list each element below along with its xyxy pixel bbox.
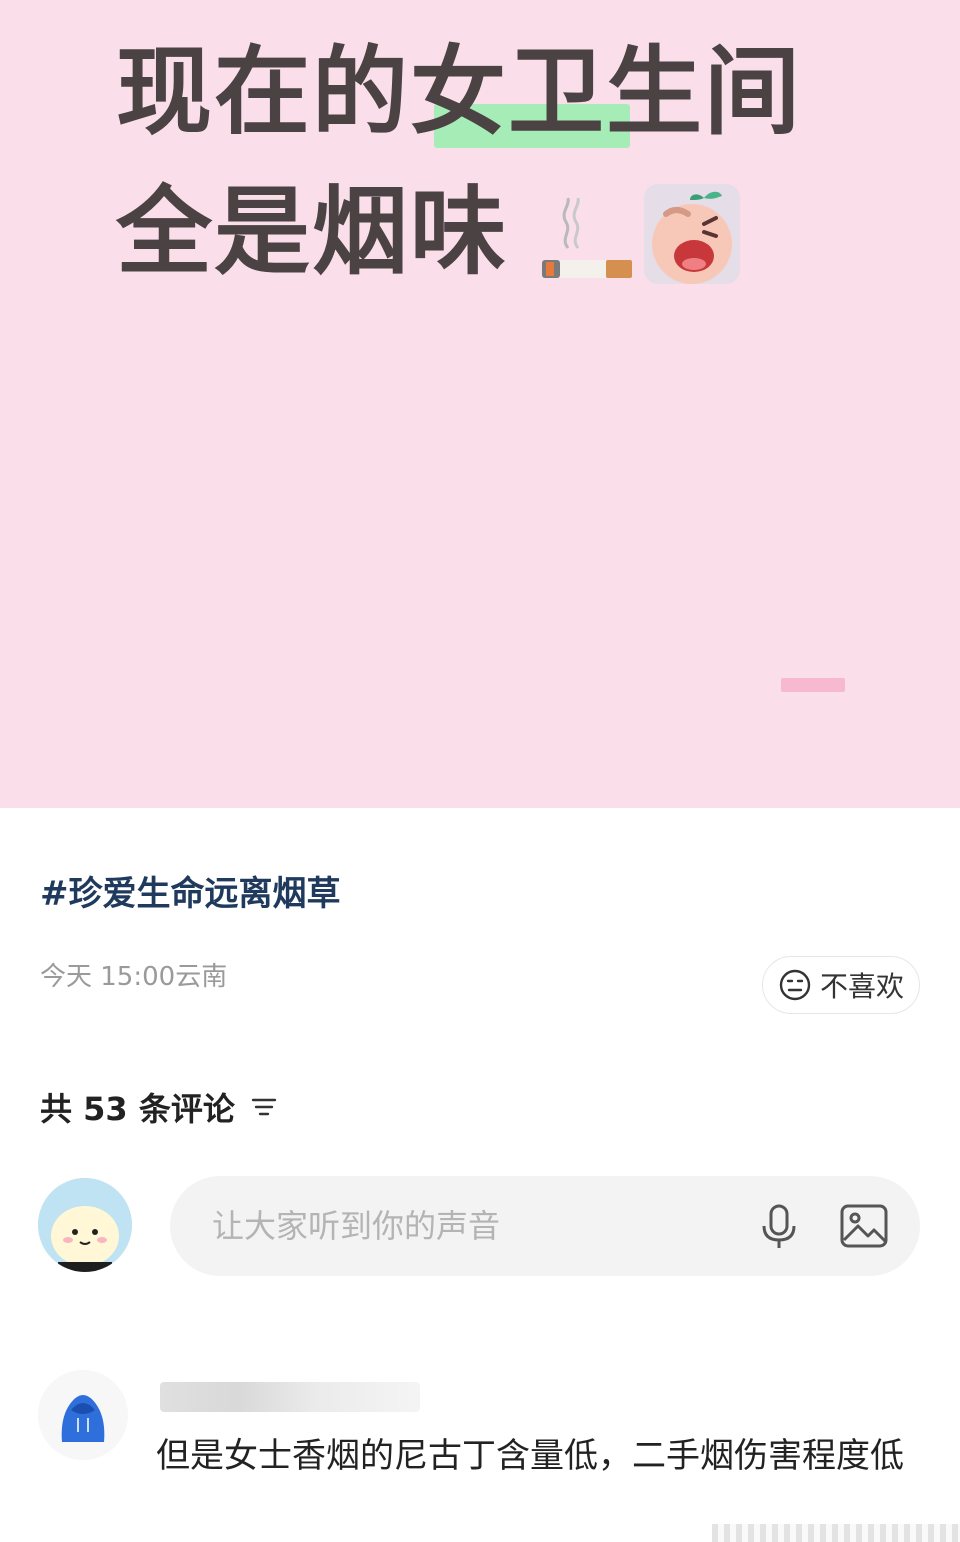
comment-text: 但是女士香烟的尼古丁含量低，二手烟伤害程度低: [156, 1436, 904, 1476]
post-meta: 今天 15:00云南: [40, 962, 228, 992]
dislike-button[interactable]: 不喜欢: [762, 956, 920, 1014]
sort-icon[interactable]: [249, 1092, 279, 1122]
comment-count-header: 共 53 条评论: [40, 1084, 279, 1130]
image-icon[interactable]: [838, 1200, 890, 1252]
cigarette-icon: [542, 197, 632, 278]
neutral-face-icon: [779, 969, 811, 1001]
comment-count-label: 共 53 条评论: [40, 1090, 235, 1128]
commenter-avatar[interactable]: [38, 1370, 128, 1460]
bottom-bar-blurred: [712, 1524, 960, 1542]
avatar-illustration: [38, 1178, 132, 1272]
microphone-icon[interactable]: [756, 1202, 802, 1252]
decoration-dash: [781, 678, 845, 692]
comment-input[interactable]: [210, 1206, 734, 1246]
comment-input-box[interactable]: [170, 1176, 920, 1276]
hashtag-link[interactable]: #珍爱生命远离烟草: [40, 866, 341, 915]
hoodie-avatar: [38, 1370, 128, 1460]
avatar[interactable]: [38, 1178, 132, 1272]
post-image[interactable]: 现在的女卫生间 全是烟味: [0, 0, 960, 808]
crying-face-sticker: [644, 184, 740, 284]
dislike-label: 不喜欢: [819, 970, 904, 1003]
headline-line-2: 全是烟味: [116, 176, 508, 288]
headline-line-1: 现在的女卫生间: [116, 36, 802, 148]
commenter-name-blurred[interactable]: [160, 1382, 420, 1412]
